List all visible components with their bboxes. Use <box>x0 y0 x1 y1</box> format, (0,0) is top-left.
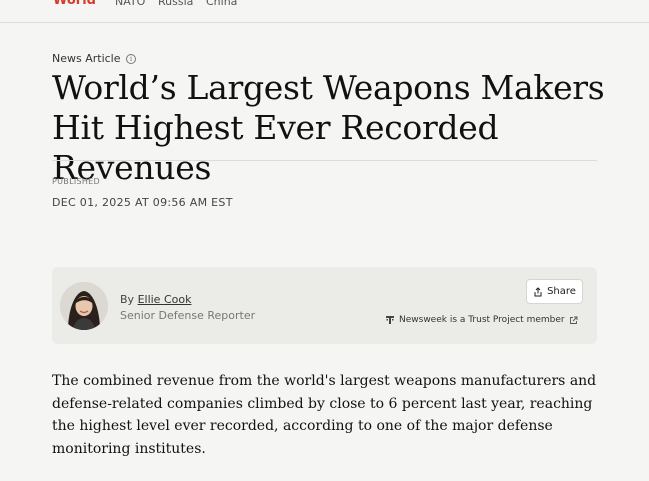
published-label: PUBLISHED <box>52 177 100 186</box>
article-body-paragraph: The combined revenue from the world's la… <box>52 373 597 457</box>
info-icon[interactable]: i <box>126 54 137 64</box>
author-avatar[interactable] <box>60 282 108 330</box>
avatar-portrait <box>60 282 108 330</box>
byline: By Ellie Cook <box>120 293 191 306</box>
author-link[interactable]: Ellie Cook <box>138 293 192 306</box>
share-icon <box>534 286 542 296</box>
trust-project-link[interactable]: Newsweek is a Trust Project member <box>385 315 578 325</box>
article-page: World NATO Russia China News Article i W… <box>0 0 649 481</box>
published-date: DEC 01, 2025 AT 09:56 AM EST <box>52 196 233 209</box>
share-label: Share <box>547 286 576 297</box>
headline-divider <box>52 160 597 161</box>
nav-tag-russia[interactable]: Russia <box>158 0 193 8</box>
trust-project-icon <box>386 316 394 324</box>
article-type-label: News Article <box>52 52 121 65</box>
share-button[interactable]: Share <box>526 279 583 304</box>
author-title: Senior Defense Reporter <box>120 309 256 322</box>
trust-project-text: Newsweek is a Trust Project member <box>399 315 565 325</box>
external-link-icon <box>569 316 578 324</box>
nav-section-world[interactable]: World <box>53 0 96 8</box>
nav-tag-nato[interactable]: NATO <box>115 0 145 8</box>
byline-prefix: By <box>120 293 135 306</box>
article-headline: World’s Largest Weapons Makers Hit Highe… <box>52 68 605 187</box>
nav-tag-china[interactable]: China <box>206 0 237 8</box>
article-type-kicker: News Article i <box>52 52 137 65</box>
top-navigation: World NATO Russia China <box>0 0 649 23</box>
byline-card: By Ellie Cook Senior Defense Reporter Sh… <box>52 267 597 344</box>
